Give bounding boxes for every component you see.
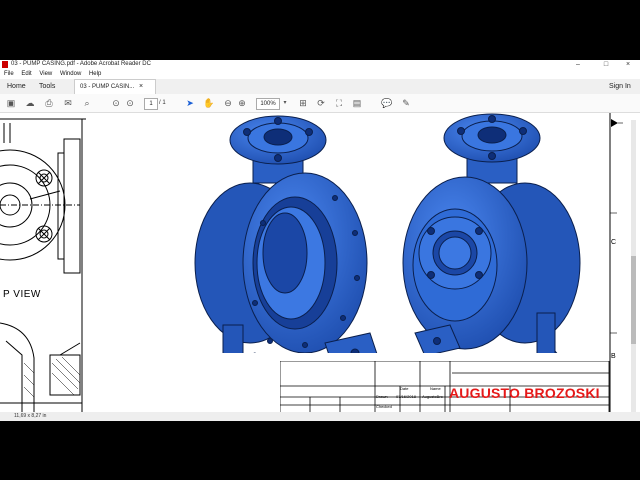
pump-casing-renders [194, 113, 581, 353]
zoom-level-field[interactable]: 100% [256, 98, 280, 110]
hand-tool-icon[interactable]: ✋ [203, 97, 215, 109]
view-label: P VIEW [3, 289, 41, 300]
page-total: / 1 [159, 100, 166, 106]
acrobat-window: 03 - PUMP CASING.pdf - Adobe Acrobat Rea… [0, 60, 640, 421]
fit-page-icon[interactable]: ⊞ [297, 97, 309, 109]
tab-close-icon[interactable]: × [134, 79, 148, 94]
zoom-out-icon[interactable]: ⊖ [222, 97, 234, 109]
comment-icon[interactable]: 💬 [381, 97, 393, 109]
title-bar: 03 - PUMP CASING.pdf - Adobe Acrobat Rea… [0, 60, 640, 69]
left-section-drawing [0, 118, 86, 413]
pump-casing-left-view [194, 115, 378, 353]
titleblock-checked-label: Checked [376, 404, 392, 409]
select-cursor-icon[interactable]: ➤ [184, 97, 196, 109]
author-watermark: AUGUSTO BROZOSKI [449, 385, 600, 401]
document-view[interactable]: P VIEW C B Date Name Drawn Checked 07/16… [0, 113, 640, 413]
vertical-scroll-thumb[interactable] [631, 256, 636, 344]
tab-home[interactable]: Home [2, 79, 31, 94]
menu-file[interactable]: File [4, 71, 14, 77]
zoom-in-icon[interactable]: ⊕ [236, 97, 248, 109]
pdf-file-icon [2, 61, 8, 68]
pen-icon[interactable]: ✎ [400, 97, 412, 109]
main-toolbar: ▣ ☁ ⎙ ✉ ⌕ ⊙ ⊙ 1 / 1 ➤ ✋ ⊖ ⊕ 100% ▾ ⊞ ⟳ ⛶… [0, 94, 640, 113]
maximize-button[interactable]: □ [596, 60, 616, 69]
menu-help[interactable]: Help [89, 71, 101, 77]
titleblock-drawn-date: 07/16/2018 [396, 394, 417, 399]
rotate-icon[interactable]: ⟳ [315, 97, 327, 109]
close-window-button[interactable]: × [618, 60, 638, 69]
print-icon[interactable]: ⎙ [43, 97, 55, 109]
window-title: 03 - PUMP CASING.pdf - Adobe Acrobat Rea… [11, 61, 151, 67]
menu-edit[interactable]: Edit [21, 71, 31, 77]
search-icon[interactable]: ⌕ [81, 97, 93, 109]
titleblock-name-header: Name [430, 386, 441, 391]
menu-view[interactable]: View [39, 71, 52, 77]
minimize-button[interactable]: – [568, 60, 588, 69]
prev-page-icon[interactable]: ⊙ [110, 97, 122, 109]
titleblock-date-header: Date [400, 386, 409, 391]
tab-document-label: 03 - PUMP CASIN... [80, 84, 135, 90]
read-mode-icon[interactable]: ▤ [351, 97, 363, 109]
zoom-dropdown-chevron-icon[interactable]: ▾ [279, 97, 291, 109]
menu-window[interactable]: Window [60, 71, 81, 77]
status-bar: 11,69 x 8,27 in [0, 412, 640, 421]
next-page-icon[interactable]: ⊙ [124, 97, 136, 109]
upload-cloud-icon[interactable]: ☁ [24, 97, 36, 109]
pump-casing-right-view [402, 113, 581, 353]
zone-label-b: B [611, 353, 616, 360]
email-icon[interactable]: ✉ [62, 97, 74, 109]
titleblock-drawn-label: Drawn [376, 394, 388, 399]
full-screen-icon[interactable]: ⛶ [333, 97, 345, 109]
zone-label-c: C [611, 239, 617, 246]
menu-bar: File Edit View Window Help [0, 69, 640, 79]
tab-bar: Home Tools 03 - PUMP CASIN... × Sign In [0, 79, 640, 95]
save-icon[interactable]: ▣ [5, 97, 17, 109]
page-number-input[interactable]: 1 [144, 98, 158, 110]
page-size-readout: 11,69 x 8,27 in [14, 413, 47, 419]
titleblock-drawn-name: AugustoBro [422, 394, 443, 399]
tab-tools[interactable]: Tools [34, 79, 60, 94]
sign-in-link[interactable]: Sign In [604, 79, 636, 94]
